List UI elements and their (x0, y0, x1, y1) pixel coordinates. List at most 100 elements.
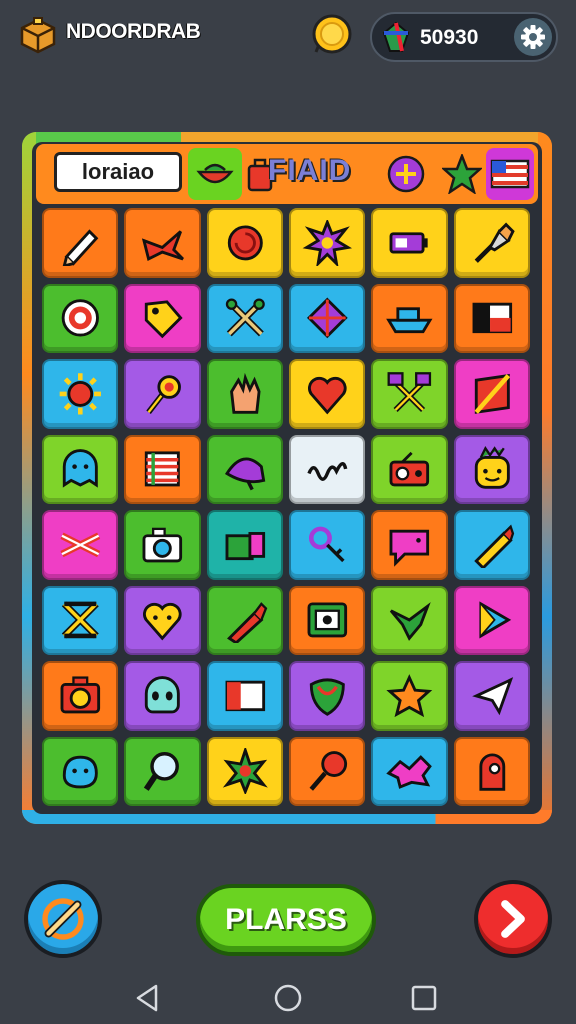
crayon-tile[interactable] (453, 510, 530, 580)
game-board: loraiao FIAID (22, 132, 552, 824)
brush-icon (474, 222, 515, 263)
board-label-chip[interactable]: loraiao (54, 152, 182, 192)
treasure-chest-icon[interactable] (18, 14, 58, 54)
leaf-tile[interactable] (289, 661, 366, 731)
banner-tile[interactable] (453, 359, 530, 429)
scribble-tile[interactable] (289, 434, 366, 504)
ghost-tile[interactable] (42, 434, 119, 504)
torch-tile[interactable] (124, 359, 201, 429)
ribbon-tile[interactable] (124, 208, 201, 278)
play-tile[interactable] (453, 585, 530, 655)
photo-icon (307, 602, 347, 638)
fish-icon (224, 457, 265, 491)
sunbadge-icon (302, 219, 352, 266)
plus-badge-button[interactable] (384, 148, 428, 200)
fish-tile[interactable] (206, 434, 283, 504)
blob-icon (62, 756, 98, 789)
chevron-right-icon (501, 900, 525, 938)
blob-tile[interactable] (42, 736, 119, 806)
photo-tile[interactable] (289, 585, 366, 655)
radio-icon (389, 452, 430, 487)
flaid-text: FIAID (268, 154, 352, 187)
play-icon (478, 601, 511, 639)
hand-tile[interactable] (206, 359, 283, 429)
heart-tile[interactable] (289, 359, 366, 429)
burst-icon (222, 748, 268, 795)
hammers-tile[interactable] (371, 359, 448, 429)
camera-icon (142, 527, 183, 563)
gold-coin-icon[interactable] (308, 12, 354, 58)
knot-tile[interactable] (42, 510, 119, 580)
face-tile[interactable] (453, 434, 530, 504)
gift-icon (225, 531, 265, 560)
knot-icon (60, 532, 101, 557)
key-tile[interactable] (289, 510, 366, 580)
dragon-tile[interactable] (371, 585, 448, 655)
brush-tile[interactable] (453, 208, 530, 278)
torch-icon (146, 375, 182, 414)
game-title: NDOORDRAB (66, 20, 201, 43)
poster-icon (145, 451, 180, 487)
marker-tile[interactable] (206, 585, 283, 655)
target-icon (61, 299, 99, 337)
alien-icon (145, 675, 180, 714)
card-tile[interactable] (206, 661, 283, 731)
ribbon-icon (142, 230, 185, 261)
sandglass-icon (61, 601, 99, 639)
currency-display[interactable]: 50930 (370, 12, 558, 62)
top-bar: NDOORDRAB 50930 (0, 0, 576, 80)
scribble-icon (307, 462, 348, 482)
sun-tile[interactable] (42, 359, 119, 429)
lollipop-tile[interactable] (289, 736, 366, 806)
settings-button[interactable] (514, 18, 552, 56)
heart-icon (307, 376, 347, 415)
kite-tile[interactable] (289, 283, 366, 353)
star-tile[interactable] (371, 661, 448, 731)
camera-tile[interactable] (124, 510, 201, 580)
target-tile[interactable] (42, 283, 119, 353)
gear-icon (521, 25, 545, 49)
banner-icon (474, 373, 510, 414)
boat-tile[interactable] (371, 283, 448, 353)
crayon-icon (473, 524, 514, 568)
tag-tile[interactable] (124, 283, 201, 353)
magnifier-tile[interactable] (124, 736, 201, 806)
sun-badge-tile[interactable] (289, 208, 366, 278)
tomato-button[interactable] (188, 148, 242, 200)
home-icon[interactable] (272, 982, 304, 1014)
battery-icon (389, 232, 428, 254)
currency-value: 50930 (420, 26, 479, 49)
burst-tile[interactable] (206, 736, 283, 806)
next-button[interactable] (474, 880, 552, 958)
splash-icon (386, 755, 433, 790)
dragon-icon (390, 602, 431, 642)
battery-tile[interactable] (371, 208, 448, 278)
poster-tile[interactable] (124, 434, 201, 504)
flag-tile[interactable] (453, 283, 530, 353)
kite-icon (306, 297, 348, 339)
hint-button[interactable] (24, 880, 102, 958)
play-button[interactable]: PLARSS (196, 884, 376, 956)
marker-icon (226, 602, 267, 644)
plane-tile[interactable] (453, 661, 530, 731)
flag-button[interactable] (486, 148, 534, 200)
speech-tile[interactable] (371, 510, 448, 580)
sandglass-tile[interactable] (42, 585, 119, 655)
recents-icon[interactable] (408, 982, 440, 1014)
radio-tile[interactable] (371, 434, 448, 504)
glove-tile[interactable] (453, 736, 530, 806)
sun-icon (59, 373, 101, 415)
rose-tile[interactable] (206, 208, 283, 278)
smiley-icon (143, 603, 182, 641)
camera2-tile[interactable] (42, 661, 119, 731)
crossed-tools-tile[interactable] (206, 283, 283, 353)
smiley-tile[interactable] (124, 585, 201, 655)
splash-tile[interactable] (371, 736, 448, 806)
lollipop-icon (309, 751, 347, 792)
key-icon (308, 526, 345, 563)
back-icon[interactable] (132, 982, 164, 1014)
star-badge-button[interactable] (440, 148, 484, 200)
gift-tile[interactable] (206, 510, 283, 580)
alien-tile[interactable] (124, 661, 201, 731)
pencil-tile[interactable] (42, 208, 119, 278)
